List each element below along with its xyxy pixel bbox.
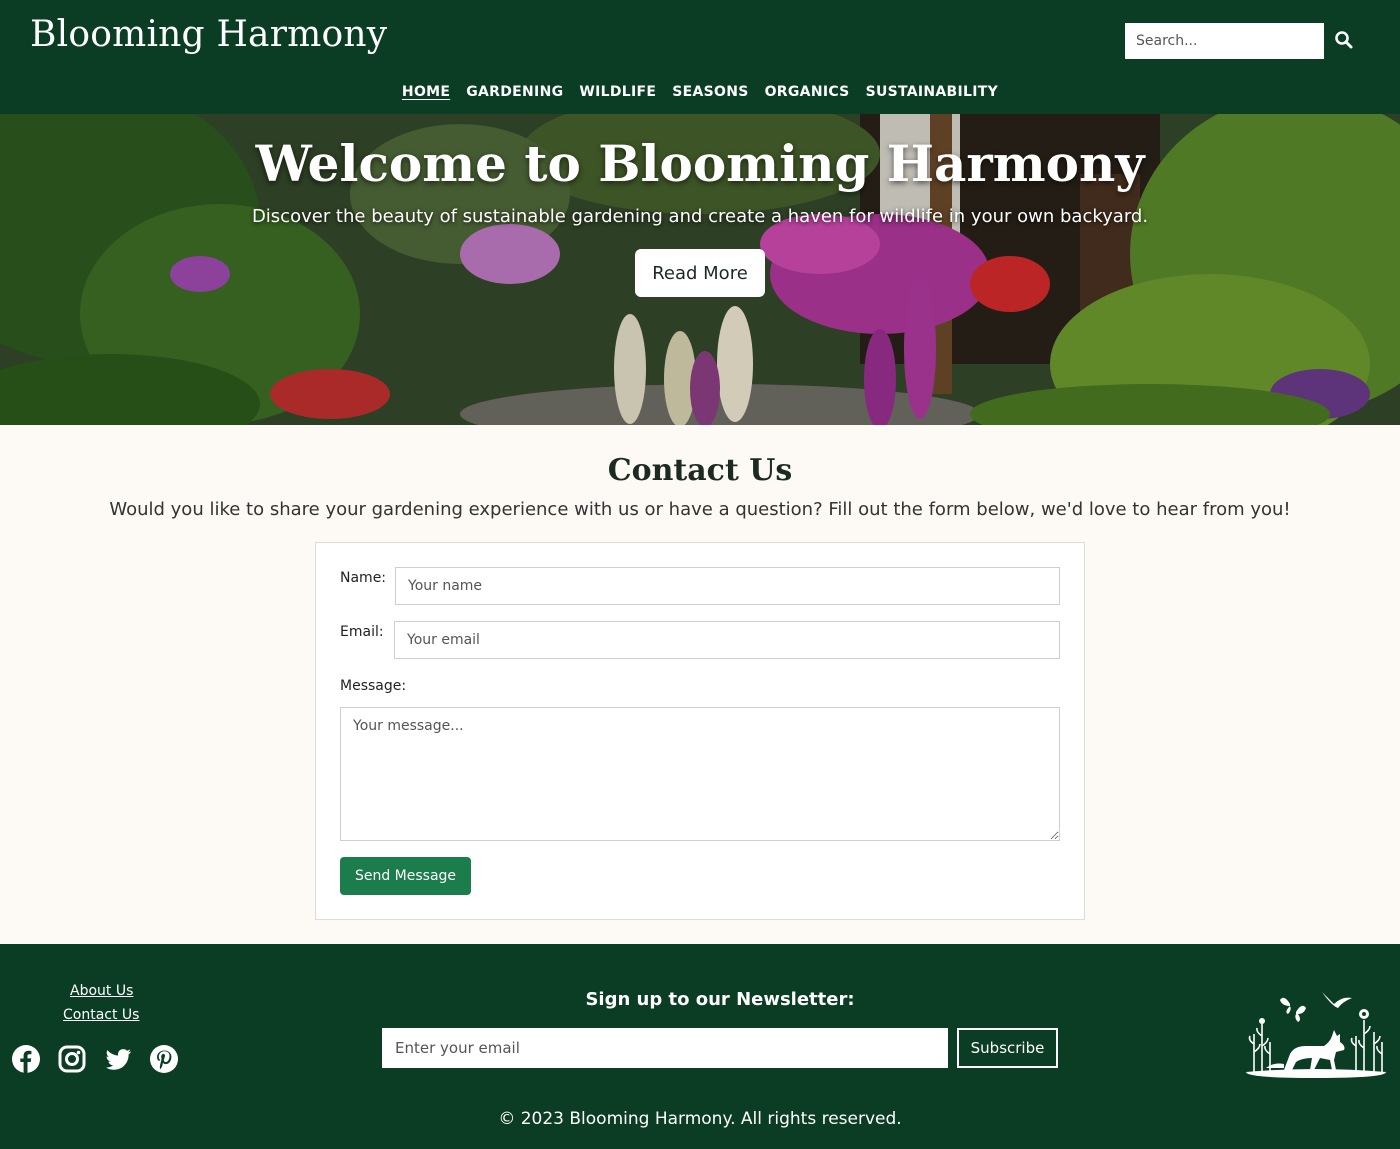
contact-title: Contact Us bbox=[607, 453, 793, 488]
instagram-icon[interactable] bbox=[57, 1044, 87, 1074]
pinterest-icon[interactable] bbox=[149, 1044, 179, 1074]
name-field[interactable] bbox=[395, 567, 1060, 605]
site-brand[interactable]: Blooming Harmony bbox=[30, 14, 387, 55]
nav-wildlife[interactable]: WILDLIFE bbox=[579, 84, 656, 100]
site-header: Blooming Harmony HOME GARDENING WILDLIFE… bbox=[0, 0, 1400, 114]
nav-organics[interactable]: ORGANICS bbox=[765, 84, 850, 100]
send-message-button[interactable]: Send Message bbox=[340, 857, 471, 895]
footer-link-contact[interactable]: Contact Us bbox=[63, 1007, 139, 1023]
nav-gardening[interactable]: GARDENING bbox=[466, 84, 563, 100]
email-field[interactable] bbox=[394, 621, 1060, 659]
hero-subtitle: Discover the beauty of sustainable garde… bbox=[251, 206, 1149, 227]
newsletter-email-input[interactable] bbox=[382, 1028, 948, 1068]
copyright-text: © 2023 Blooming Harmony. All rights rese… bbox=[498, 1109, 902, 1129]
contact-intro: Would you like to share your gardening e… bbox=[109, 499, 1291, 520]
nav-home[interactable]: HOME bbox=[402, 84, 450, 100]
nav-seasons[interactable]: SEASONS bbox=[672, 84, 748, 100]
hero-banner: Welcome to Blooming Harmony Discover the… bbox=[0, 114, 1400, 425]
social-links bbox=[11, 1044, 179, 1074]
read-more-button[interactable]: Read More bbox=[635, 249, 765, 297]
main-nav: HOME GARDENING WILDLIFE SEASONS ORGANICS… bbox=[0, 84, 1400, 100]
nav-sustainability[interactable]: SUSTAINABILITY bbox=[866, 84, 999, 100]
footer-link-about[interactable]: About Us bbox=[70, 983, 133, 999]
email-label: Email: bbox=[340, 624, 384, 640]
search-input[interactable] bbox=[1125, 23, 1324, 59]
site-footer: About Us Contact Us Sign up to our Newsl… bbox=[0, 944, 1400, 1149]
wildlife-garden-illustration bbox=[1246, 992, 1386, 1078]
subscribe-button[interactable]: Subscribe bbox=[957, 1028, 1058, 1068]
contact-form: Name: Email: Message: Send Message bbox=[315, 542, 1085, 920]
hero-title: Welcome to Blooming Harmony bbox=[255, 134, 1145, 193]
message-field[interactable] bbox=[340, 707, 1060, 841]
search-icon bbox=[1335, 31, 1353, 49]
contact-section: Contact Us Would you like to share your … bbox=[0, 425, 1400, 944]
search-button[interactable] bbox=[1334, 30, 1354, 50]
message-label: Message: bbox=[340, 678, 407, 694]
facebook-icon[interactable] bbox=[11, 1044, 41, 1074]
twitter-icon[interactable] bbox=[103, 1044, 133, 1074]
search-box bbox=[1125, 23, 1324, 59]
newsletter-title: Sign up to our Newsletter: bbox=[585, 989, 855, 1010]
name-label: Name: bbox=[340, 570, 387, 586]
